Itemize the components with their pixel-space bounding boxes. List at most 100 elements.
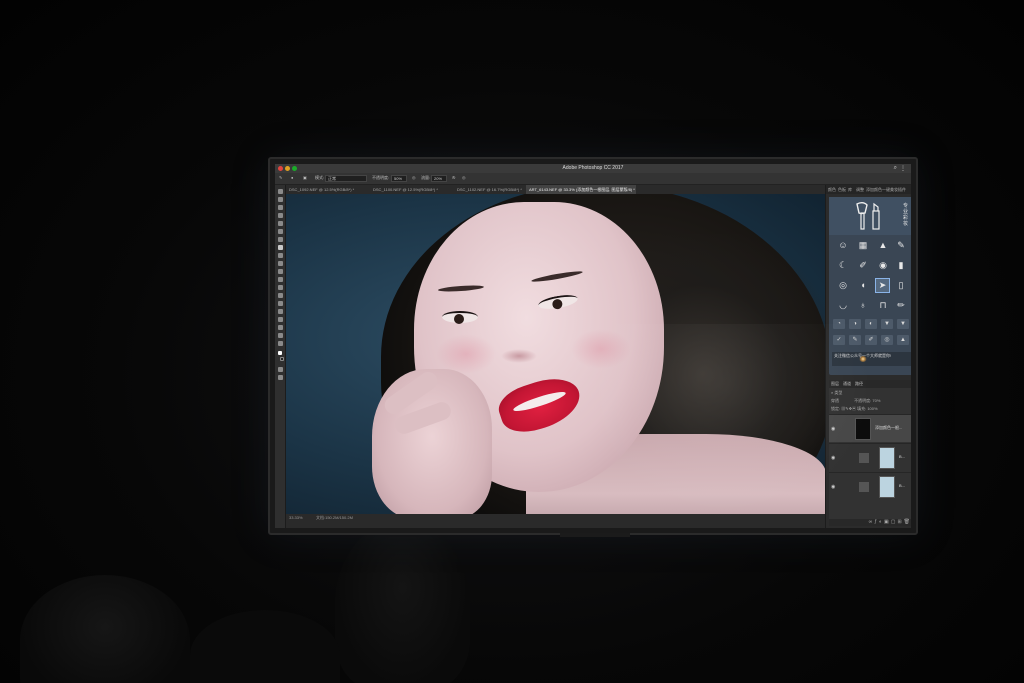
type-tool-icon[interactable] [278,309,283,314]
document-size[interactable]: 文档:150.2M/150.2M [316,515,353,521]
paths-tab[interactable]: 路径 [855,381,863,387]
face-shape-icon[interactable]: ☺ [837,239,849,251]
blur-tool-icon[interactable] [278,285,283,290]
visibility-eye-icon[interactable]: ◉ [831,484,835,490]
cheek-blush [571,329,631,369]
document-tab[interactable]: DSC_1092.NEF @ 12.5%(RGB/8*) * [286,185,368,194]
document-canvas[interactable] [286,194,825,514]
makeup-brush-lipstick-icon [856,202,880,230]
quick-mask-icon[interactable] [278,367,283,372]
lipstick-icon[interactable]: ▮ [895,259,907,271]
plugin-action-button[interactable]: ▼ [881,319,893,329]
lasso-tool-icon[interactable] [278,205,283,210]
document-tab[interactable]: DSC_1100.NEF @ 12.5%(RGB/8*) * [370,185,452,194]
eyeliner-icon[interactable]: ✐ [857,259,869,271]
lock-icons[interactable]: ▦✎✥▣ [841,406,857,411]
layer-row[interactable]: ◉ B... [829,443,911,471]
plugin-action-button[interactable]: ◑ [849,319,861,329]
document-tab-active[interactable]: ART_6143.NEF @ 33.3% (添加颜色一根图层, 图层蒙版/8) … [526,185,636,194]
brush-tool-icon[interactable] [278,245,283,250]
plugin-action-button[interactable]: ▲ [897,335,909,345]
zoom-tool-icon[interactable] [278,341,283,346]
eyebrow-icon[interactable]: ☾ [837,259,849,271]
flow-field[interactable]: 20% [431,175,447,182]
pen-tool-icon[interactable] [278,301,283,306]
airbrush-icon[interactable]: ✇ [452,175,455,180]
panel-tab[interactable]: 颜色 [828,187,836,193]
layer-mask-thumbnail[interactable] [855,418,871,440]
panel-tab-active[interactable]: 添加颜色一键美妆插件 [866,187,906,193]
eye-icon[interactable]: ◎ [837,279,849,291]
contour-icon[interactable]: ◖ [857,279,869,291]
teeth-icon[interactable]: ⊓ [877,299,889,311]
fill-field[interactable]: 100% [867,406,877,411]
pressure-opacity-icon[interactable]: ◎ [412,175,416,180]
gradient-tool-icon[interactable] [278,277,283,282]
plugin-action-button[interactable]: ✓ [833,335,845,345]
foreground-color-swatch[interactable] [278,351,282,355]
brush-icon[interactable]: ✎ [895,239,907,251]
plugin-action-button[interactable]: ✐ [865,335,877,345]
pressure-size-icon[interactable]: ◎ [462,175,466,180]
adjustment-layer-icon [859,453,869,463]
layer-filter-row[interactable]: ⌕ 类型 [831,390,911,396]
brush-tool-icon[interactable]: ✎ [279,175,282,180]
hand-tool-icon[interactable] [278,333,283,338]
mode-select[interactable]: 正常 [325,175,367,182]
blush-icon[interactable]: ➤ [875,278,890,293]
opacity-label: 不透明度: [372,175,390,180]
stamp-tool-icon[interactable] [278,253,283,258]
plugin-action-button[interactable]: ◎ [881,335,893,345]
mode-label: 模式: [315,175,325,180]
history-brush-tool-icon[interactable] [278,261,283,266]
plugin-action-button[interactable]: ◐ [865,319,877,329]
plugin-note: 关注微信公众号一个大师就是你! [832,352,911,366]
shape-tool-icon[interactable] [278,325,283,330]
layers-panel: 图层 通道 路径 ⌕ 类型 穿透 不透明度: 70% 锁定: ▦✎✥▣ 填充: … [829,380,911,526]
dodge-tool-icon[interactable] [278,293,283,298]
foundation-icon[interactable]: ▲ [877,239,889,251]
eyeshadow-palette-icon[interactable]: ▦ [857,239,869,251]
crop-tool-icon[interactable] [278,221,283,226]
background-color-swatch[interactable] [280,357,284,361]
blend-mode-select[interactable]: 穿透 [831,398,839,403]
panel-tab[interactable]: 调整 [856,187,864,193]
visibility-eye-icon[interactable]: ◉ [831,426,835,432]
zoom-level[interactable]: 33.33% [289,515,303,520]
lips-icon[interactable]: ◡ [837,299,849,311]
screen-mode-icon[interactable] [278,375,283,380]
channels-tab[interactable]: 通道 [843,381,851,387]
search-icon[interactable]: ⌕ [894,165,897,172]
brush-size-icon[interactable]: ● [291,175,293,180]
path-select-tool-icon[interactable] [278,317,283,322]
layer-row[interactable]: ◉ B... [829,472,911,500]
document-tab[interactable]: DSC_1102.NEF @ 16.7%(RGB/8*) * [454,185,524,194]
layer-kind-select[interactable]: 类型 [834,390,842,395]
opacity-field[interactable]: 50% [391,175,407,182]
layer-opacity-field[interactable]: 70% [872,398,880,403]
kebab-icon[interactable]: ⋮ [900,165,906,172]
layer-mask-thumbnail[interactable] [879,476,895,498]
plugin-action-button[interactable]: ✎ [849,335,861,345]
bottle-icon[interactable]: ▯ [895,279,907,291]
panel-tab[interactable]: 色板 [838,187,846,193]
eyedropper-tool-icon[interactable] [278,229,283,234]
move-tool-icon[interactable] [278,189,283,194]
layer-row[interactable]: ◉ 添加颜色一根... [829,414,911,442]
panel-tab[interactable]: 库 [848,187,852,193]
visibility-eye-icon[interactable]: ◉ [831,455,835,461]
compact-icon[interactable]: ◉ [877,259,889,271]
mirror-icon[interactable]: ♁ [857,299,869,311]
layers-tab[interactable]: 图层 [831,381,839,387]
layer-mask-thumbnail[interactable] [879,447,895,469]
brush-panel-icon[interactable]: ▣ [303,175,307,180]
pencil-icon[interactable]: ✏ [895,299,907,311]
quick-select-tool-icon[interactable] [278,213,283,218]
healing-brush-tool-icon[interactable] [278,237,283,242]
plugin-action-button[interactable]: ◔ [833,319,845,329]
nose [501,349,537,363]
layers-footer-icons[interactable]: ∞ƒ◐▣▢⊞🗑 [829,519,911,526]
marquee-tool-icon[interactable] [278,197,283,202]
eraser-tool-icon[interactable] [278,269,283,274]
plugin-action-button[interactable]: ▼ [897,319,909,329]
